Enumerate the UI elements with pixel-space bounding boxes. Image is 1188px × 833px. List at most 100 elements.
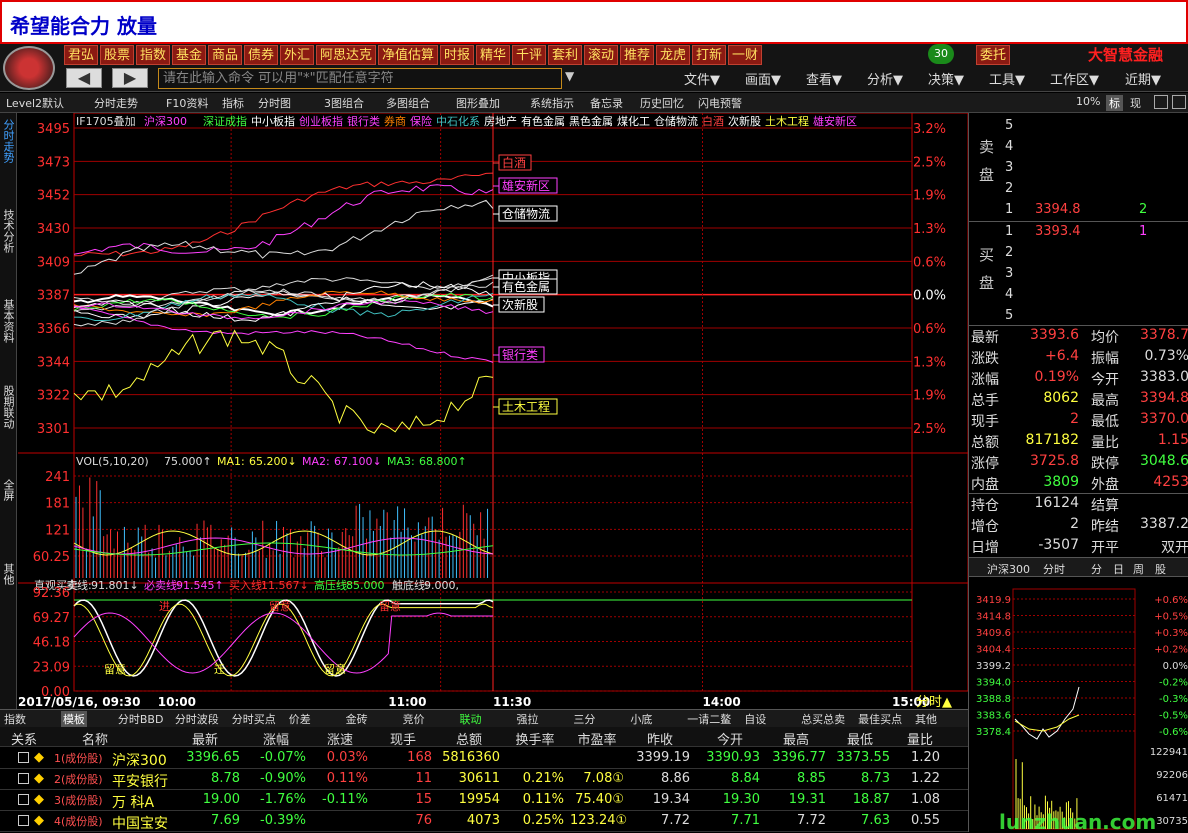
toolbar-item-2[interactable]: F10资料: [166, 95, 208, 111]
table-header-cell[interactable]: 换手率: [506, 729, 564, 748]
menu-2[interactable]: 查看▼: [806, 69, 842, 88]
toolbar-item-9[interactable]: 备忘录: [590, 95, 623, 111]
table-header-cell[interactable]: 涨速: [312, 729, 368, 748]
sidebar-tab-5[interactable]: 其他: [1, 563, 16, 585]
forward-arrow-icon[interactable]: ▶: [112, 68, 148, 88]
toolbar-item-6[interactable]: 多图组合: [386, 95, 430, 111]
intraday-chart[interactable]: 3495 3.2% 3473 2.5% 3452 1.9% 3430 1.3% 3409 0.6%…: [18, 113, 968, 709]
toolbar-item-1[interactable]: 分时走势: [94, 95, 138, 111]
toolbar-item-8[interactable]: 系统指示: [530, 95, 574, 111]
row-checkbox[interactable]: [18, 815, 29, 826]
table-header-cell[interactable]: 量比: [900, 729, 940, 748]
mini-tab-2[interactable]: 分: [1091, 561, 1102, 577]
nav-button-1[interactable]: 股票: [100, 45, 135, 65]
nav-button-12[interactable]: 套利: [548, 45, 583, 65]
bottom-tab-14[interactable]: 总买总卖: [801, 711, 845, 727]
mini-tab-1[interactable]: 分时: [1043, 561, 1065, 577]
nav-button-15[interactable]: 龙虎: [656, 45, 691, 65]
menu-0[interactable]: 文件▼: [684, 69, 720, 88]
nav-button-0[interactable]: 君弘: [64, 45, 99, 65]
table-row[interactable]: ◆ 4(成份股) 中国宝安 7.69 -0.39% 76 4073 0.25% 123.24① 7…: [0, 811, 968, 832]
sidebar-tab-1[interactable]: 技术分析: [1, 209, 16, 253]
nav-button-11[interactable]: 千评: [512, 45, 547, 65]
table-header-cell[interactable]: 市盈率: [570, 729, 624, 748]
app-logo-icon[interactable]: [3, 46, 55, 90]
nav-button-7[interactable]: 阿思达克: [316, 45, 377, 65]
nav-button-5[interactable]: 债券: [244, 45, 279, 65]
toolbar-right-0[interactable]: 10%: [1076, 95, 1100, 108]
table-header-cell[interactable]: 今开: [700, 729, 760, 748]
table-header-cell[interactable]: 涨幅: [246, 729, 306, 748]
bottom-tab-7[interactable]: 竞价: [403, 711, 425, 727]
bottom-tab-6[interactable]: 金砖: [346, 711, 368, 727]
sidebar-tab-3[interactable]: 股期联动: [1, 385, 16, 429]
table-row[interactable]: ◆ 2(成份股) 平安银行 8.78 -0.90% 0.11% 11 30611 0.21% 7.…: [0, 769, 968, 790]
toolbar-box2-icon[interactable]: [1172, 95, 1186, 109]
row-checkbox[interactable]: [18, 752, 29, 763]
nav-button-2[interactable]: 指数: [136, 45, 171, 65]
sidebar-tab-4[interactable]: 全屏: [1, 479, 16, 501]
bottom-tab-12[interactable]: 一请二鳌: [687, 711, 731, 727]
menu-3[interactable]: 分析▼: [867, 69, 903, 88]
table-header-cell[interactable]: 名称: [60, 729, 130, 748]
toolbar-right-2[interactable]: 现: [1130, 95, 1141, 111]
back-arrow-icon[interactable]: ◀: [66, 68, 102, 88]
bottom-tab-2[interactable]: 分时BBD: [118, 711, 164, 727]
bottom-tab-0[interactable]: 指数: [4, 711, 26, 727]
bottom-tab-5[interactable]: 价差: [289, 711, 311, 727]
toolbar-item-5[interactable]: 3图组合: [324, 95, 364, 111]
menu-7[interactable]: 近期▼: [1125, 69, 1161, 88]
nav-button-16[interactable]: 打新: [692, 45, 727, 65]
nav-button-3[interactable]: 基金: [172, 45, 207, 65]
nav-button-18[interactable]: 委托: [976, 45, 1011, 65]
toolbar-box-icon[interactable]: [1154, 95, 1168, 109]
bottom-tab-3[interactable]: 分时波段: [175, 711, 219, 727]
row-checkbox[interactable]: [18, 794, 29, 805]
nav-button-8[interactable]: 净值估算: [378, 45, 439, 65]
toolbar-item-0[interactable]: Level2默认: [6, 95, 64, 111]
bottom-tab-8[interactable]: 联动: [460, 711, 482, 727]
menu-4[interactable]: 决策▼: [928, 69, 964, 88]
table-header-cell[interactable]: 现手: [374, 729, 432, 748]
mini-tab-0[interactable]: 沪深300: [987, 561, 1030, 577]
bottom-tab-4[interactable]: 分时买点: [232, 711, 276, 727]
table-header-cell[interactable]: 昨收: [630, 729, 690, 748]
toolbar-item-11[interactable]: 闪电预警: [698, 95, 742, 111]
notification-badge[interactable]: 30: [928, 44, 954, 64]
menu-5[interactable]: 工具▼: [989, 69, 1025, 88]
bottom-tab-11[interactable]: 小底: [630, 711, 652, 727]
bottom-tab-9[interactable]: 强拉: [516, 711, 538, 727]
toolbar-item-7[interactable]: 图形叠加: [456, 95, 500, 111]
nav-button-10[interactable]: 精华: [476, 45, 511, 65]
mini-tab-3[interactable]: 日: [1113, 561, 1124, 577]
sidebar-tab-0[interactable]: 分时走势: [1, 119, 16, 163]
mini-chart[interactable]: 3419.9 +0.6% 3414.8 +0.5% 3409.6 +0.3% 3404.4 +…: [969, 579, 1188, 833]
toolbar-item-10[interactable]: 历史回忆: [640, 95, 684, 111]
menu-1[interactable]: 画面▼: [745, 69, 781, 88]
bottom-tab-10[interactable]: 三分: [573, 711, 595, 727]
nav-button-17[interactable]: 一财: [728, 45, 763, 65]
menu-6[interactable]: 工作区▼: [1050, 69, 1099, 88]
table-header-cell[interactable]: 最新: [170, 729, 240, 748]
mini-tab-5[interactable]: 股: [1155, 561, 1166, 577]
table-row[interactable]: ◆ 1(成份股) 沪深300 3396.65 -0.07% 0.03% 168 5816360…: [0, 748, 968, 769]
toolbar-item-3[interactable]: 指标: [222, 95, 244, 111]
nav-button-13[interactable]: 滚动: [584, 45, 619, 65]
table-header-cell[interactable]: 关系: [0, 729, 54, 748]
bottom-tab-1[interactable]: 模板: [60, 711, 87, 727]
toolbar-item-4[interactable]: 分时图: [258, 95, 291, 111]
nav-button-4[interactable]: 商品: [208, 45, 243, 65]
row-checkbox[interactable]: [18, 773, 29, 784]
table-header-cell[interactable]: 最高: [766, 729, 826, 748]
bottom-tab-15[interactable]: 最佳买点: [858, 711, 902, 727]
command-dropdown-icon[interactable]: ▼: [565, 69, 574, 83]
nav-button-14[interactable]: 推荐: [620, 45, 655, 65]
command-input[interactable]: 请在此输入命令 可以用"*"匹配任意字符: [158, 68, 562, 89]
bottom-tab-16[interactable]: 其他: [915, 711, 937, 727]
table-header-cell[interactable]: 总额: [438, 729, 500, 748]
bottom-tab-13[interactable]: 自设: [744, 711, 766, 727]
nav-button-6[interactable]: 外汇: [280, 45, 315, 65]
sidebar-tab-2[interactable]: 基本资料: [1, 299, 16, 343]
fenshi-toggle[interactable]: 分时▲: [916, 695, 952, 709]
table-row[interactable]: ◆ 3(成份股) 万 科A 19.00 -1.76% -0.11% 15 19954 0.11%…: [0, 790, 968, 811]
